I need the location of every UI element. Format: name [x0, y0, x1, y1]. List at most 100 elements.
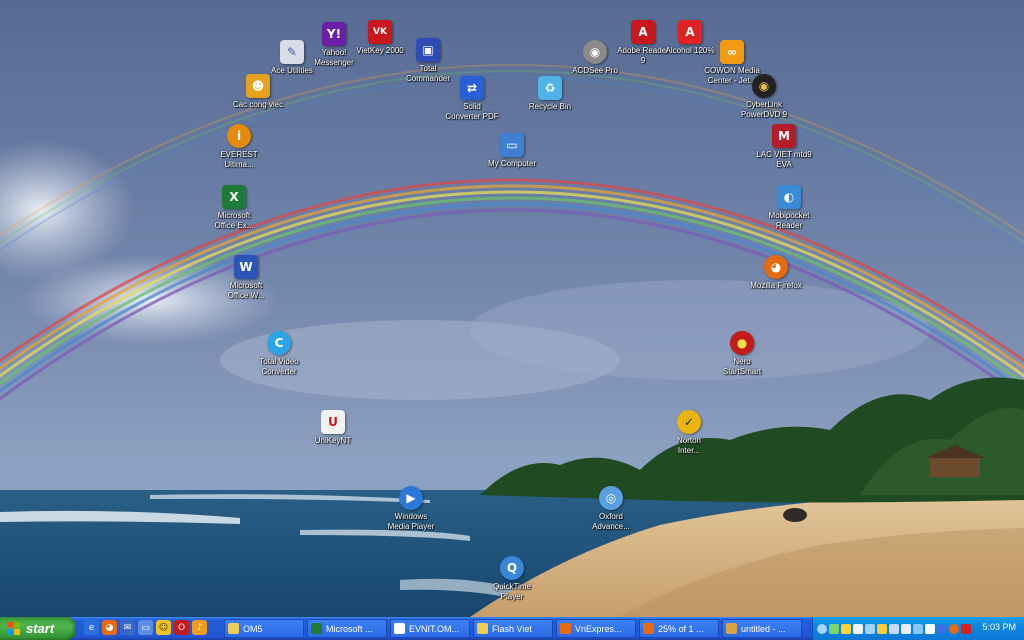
powerdvd-icon: ◉	[752, 74, 776, 98]
norton-icon: ✓	[677, 410, 701, 434]
paint-icon	[726, 623, 737, 634]
desktop-icon-label: LAC VIET mtd9 EVA	[756, 150, 812, 169]
unikey-icon: U	[321, 410, 345, 434]
desktop-icon-label: Microsoft Office W...	[227, 281, 265, 300]
task-label: VnExpres...	[575, 623, 622, 634]
mozilla-firefox-shortcut[interactable]: ◕ Mozilla Firefox	[738, 255, 814, 291]
desktop-icon-label: Norton Inter...	[676, 436, 701, 455]
desktop-icon-label: Solid Converter PDF	[445, 102, 499, 121]
desktop-icon-label: Mozilla Firefox	[750, 281, 802, 290]
desktop-icon-label: Total Video Converter	[259, 357, 299, 376]
desktop-icon-label: ACDSee Pro	[572, 66, 618, 75]
firefox-icon: ◕	[764, 255, 788, 279]
desktop-icon-label: Mobipocket Reader	[768, 211, 810, 230]
quick-launch-bar: e ◕ ✉ ▭ ☺ O ♪	[84, 620, 207, 637]
tray-red-icon[interactable]	[961, 623, 971, 634]
task-button-evnit[interactable]: EVNIT.OM...	[390, 619, 470, 638]
everest-shortcut[interactable]: i EVEREST Ultima...	[201, 124, 277, 170]
desktop-icon-label: Recycle Bin	[528, 102, 572, 111]
pdf-converter-icon: ⇄	[460, 76, 484, 100]
unikey-nt-shortcut[interactable]: U UniKeyNT	[295, 410, 371, 446]
task-button-microsoft[interactable]: Microsoft ...	[307, 619, 387, 638]
info-icon: i	[227, 124, 251, 148]
tray-firefox-icon[interactable]	[949, 623, 959, 634]
desktop-icon-label: My Computer	[487, 159, 536, 168]
quicktime-player-shortcut[interactable]: Q QuickTime Player	[474, 556, 550, 602]
excel-icon: X	[222, 185, 246, 209]
windows-flag-icon	[7, 621, 21, 636]
folder-icon	[228, 623, 239, 634]
desktop: ✎ Ace Utilities Y! Yahoo! Messenger VK V…	[0, 0, 1024, 617]
desktop-icon-label: CyberLink PowerDVD 9	[740, 100, 788, 119]
opera-icon[interactable]: O	[174, 620, 189, 635]
media-icon[interactable]: ♪	[192, 620, 207, 635]
mobipocket-reader-shortcut[interactable]: ◐ Mobipocket Reader	[751, 185, 827, 231]
tray-unikey-icon[interactable]	[853, 623, 863, 634]
recycle-bin-shortcut[interactable]: ♻ Recycle Bin	[512, 76, 588, 112]
microsoft-excel-shortcut[interactable]: X Microsoft Office Ex...	[196, 185, 272, 231]
start-button[interactable]: start	[0, 617, 76, 640]
lac-viet-shortcut[interactable]: M LAC VIET mtd9 EVA	[746, 124, 822, 170]
task-button-om5[interactable]: OM5	[224, 619, 304, 638]
my-computer-icon: ▭	[500, 133, 524, 157]
desktop-icon-label: Oxford Advance...	[592, 512, 630, 531]
task-button-download-progress[interactable]: 25% of 1 ...	[639, 619, 719, 638]
nero-startsmart-shortcut[interactable]: ● Nero StartSmart	[704, 331, 780, 377]
desktop-icon-label: QuickTime Player	[493, 582, 531, 601]
desktop-icon-label: Windows Media Player	[387, 512, 435, 531]
oxford-icon: ◎	[599, 486, 623, 510]
word-icon: W	[234, 255, 258, 279]
cyberlink-powerdvd-shortcut[interactable]: ◉ CyberLink PowerDVD 9	[726, 74, 802, 120]
task-button-vnexpress[interactable]: VnExpres...	[556, 619, 636, 638]
tray-display-icon[interactable]	[913, 623, 923, 634]
acdsee-icon: ◉	[583, 40, 607, 64]
firefox-icon[interactable]: ◕	[102, 620, 117, 635]
yahoo-messenger-icon[interactable]: ☺	[156, 620, 171, 635]
windows-media-player-shortcut[interactable]: ▶ Windows Media Player	[373, 486, 449, 532]
firefox-icon	[643, 623, 654, 634]
person-icon: ☻	[246, 74, 270, 98]
total-commander-icon: ▣	[416, 38, 440, 62]
cac-cong-viec-shortcut[interactable]: ☻ Cac cong viec	[220, 74, 296, 110]
task-button-untitled-paint[interactable]: untitled - ...	[722, 619, 802, 638]
task-label: Microsoft ...	[326, 623, 373, 634]
nero-icon: ●	[730, 331, 754, 355]
norton-internet-shortcut[interactable]: ✓ Norton Inter...	[651, 410, 727, 456]
task-label: EVNIT.OM...	[409, 623, 460, 634]
thunderbird-icon[interactable]: ✉	[120, 620, 135, 635]
tray-network-icon[interactable]	[829, 623, 839, 634]
media-player-icon: ▶	[399, 486, 423, 510]
folder-icon	[477, 623, 488, 634]
task-buttons: OM5 Microsoft ... EVNIT.OM... Flash Viet…	[224, 619, 802, 638]
excel-icon	[311, 623, 322, 634]
tray-bluetooth-icon[interactable]	[937, 623, 947, 634]
my-computer-shortcut[interactable]: ▭ My Computer	[474, 133, 550, 169]
total-video-converter-shortcut[interactable]: C Total Video Converter	[241, 331, 317, 377]
oxford-advanced-shortcut[interactable]: ◎ Oxford Advance...	[573, 486, 649, 532]
clock[interactable]: 5:03 PM	[982, 622, 1016, 632]
desktop-icon-label: Nero StartSmart	[722, 357, 762, 376]
microsoft-word-shortcut[interactable]: W Microsoft Office W...	[208, 255, 284, 301]
tray-speaker-icon[interactable]	[901, 623, 911, 634]
desktop-icon-label: Microsoft Office Ex...	[214, 211, 254, 230]
tray-arrow-icon[interactable]	[817, 623, 827, 634]
show-desktop-icon[interactable]: ▭	[138, 620, 153, 635]
video-converter-icon: C	[267, 331, 291, 355]
task-button-flash-viet[interactable]: Flash Viet	[473, 619, 553, 638]
firefox-icon	[560, 623, 571, 634]
start-label: start	[26, 621, 55, 636]
recycle-bin-icon: ♻	[538, 76, 562, 100]
solid-converter-pdf-shortcut[interactable]: ⇄ Solid Converter PDF	[434, 76, 510, 122]
desktop-icon-label: Cac cong viec	[232, 100, 284, 109]
vietkey-icon: VK	[368, 20, 392, 44]
tray-eye-icon[interactable]	[865, 623, 875, 634]
tray-infinity-icon[interactable]	[925, 623, 935, 634]
tray-messenger-icon[interactable]	[877, 623, 887, 634]
tray-tool-icon[interactable]	[889, 623, 899, 634]
mobipocket-icon: ◐	[777, 185, 801, 209]
desktop-icon-label: UniKeyNT	[314, 436, 352, 445]
task-label: untitled - ...	[741, 623, 786, 634]
tray-shield-icon[interactable]	[841, 623, 851, 634]
system-tray: 5:03 PM	[812, 617, 1024, 640]
internet-explorer-icon[interactable]: e	[84, 620, 99, 635]
